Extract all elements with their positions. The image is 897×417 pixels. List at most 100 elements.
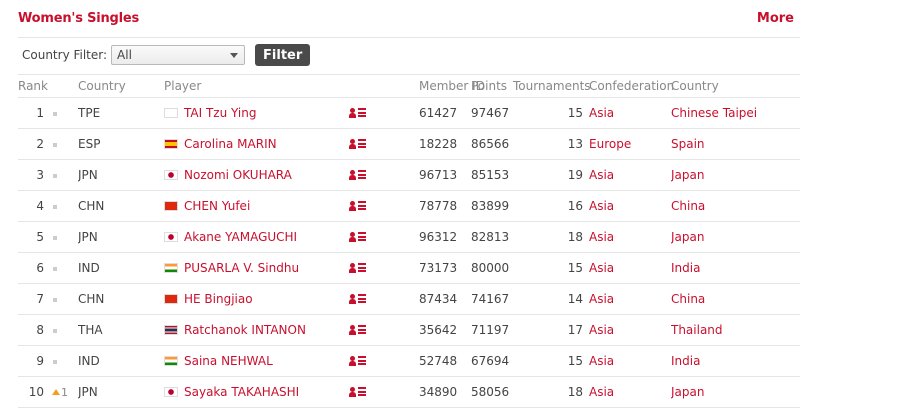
player-profile-icon[interactable] xyxy=(349,387,366,397)
country-code: CHN xyxy=(78,283,164,315)
member-id: 61427 xyxy=(419,97,469,129)
col-country[interactable]: Country xyxy=(671,75,800,98)
table-row: 5 JPN Akane YAMAGUCHI 96312 82813 18 Asia Japan xyxy=(18,221,800,253)
player-cell: PUSARLA V. Sindhu xyxy=(164,252,349,284)
player-name-link[interactable]: Nozomi OKUHARA xyxy=(184,168,292,182)
rank-cell: 3 xyxy=(18,159,48,191)
player-name-link[interactable]: Carolina MARIN xyxy=(184,137,277,151)
more-link[interactable]: More xyxy=(757,11,794,26)
player-profile-icon[interactable] xyxy=(349,201,366,211)
widget-title: Women's Singles xyxy=(18,11,140,26)
country-name: Japan xyxy=(671,221,800,253)
confederation: Asia xyxy=(589,376,671,408)
col-rank[interactable]: Rank xyxy=(18,75,48,98)
chevron-down-icon xyxy=(230,52,239,58)
player-profile-icon[interactable] xyxy=(349,139,366,149)
profile-cell xyxy=(349,283,419,315)
player-name-link[interactable]: Akane YAMAGUCHI xyxy=(184,230,297,244)
rank-change-cell xyxy=(48,128,78,160)
confederation: Asia xyxy=(589,221,671,253)
rank-cell: 10 xyxy=(18,376,48,408)
player-name-link[interactable]: PUSARLA V. Sindhu xyxy=(184,261,299,275)
flag-icon xyxy=(164,139,178,149)
tournaments: 14 xyxy=(511,283,589,315)
filter-button[interactable]: Filter xyxy=(255,44,311,66)
country-name: Japan xyxy=(671,376,800,408)
member-id: 18228 xyxy=(419,128,469,160)
rank-unchanged-icon xyxy=(53,328,57,333)
table-header-row: Rank Country Player Member ID Points Tou… xyxy=(18,75,800,98)
country-code: ESP xyxy=(78,128,164,160)
member-id: 78778 xyxy=(419,190,469,222)
rank-cell: 7 xyxy=(18,283,48,315)
rank-change-cell: 1 xyxy=(48,376,78,408)
player-cell: Sayaka TAKAHASHI xyxy=(164,376,349,408)
confederation: Asia xyxy=(589,159,671,191)
tournaments: 13 xyxy=(511,128,589,160)
rank-value: 2 xyxy=(36,137,44,151)
player-cell: Saina NEHWAL xyxy=(164,345,349,377)
rank-value: 3 xyxy=(36,168,44,182)
rank-value: 10 xyxy=(28,385,44,399)
country-filter-label: Country Filter: xyxy=(22,48,108,62)
player-profile-icon[interactable] xyxy=(349,232,366,242)
player-profile-icon[interactable] xyxy=(349,294,366,304)
col-tournaments[interactable]: Tournaments xyxy=(511,75,591,98)
rankings-table: Rank Country Player Member ID Points Tou… xyxy=(18,75,800,408)
rank-unchanged-icon xyxy=(53,266,57,271)
col-confederation[interactable]: Confederation xyxy=(589,75,674,98)
country-code: JPN xyxy=(78,159,164,191)
points: 67694 xyxy=(469,345,511,377)
arrow-up-icon xyxy=(52,389,60,395)
confederation: Asia xyxy=(589,252,671,284)
profile-cell xyxy=(349,97,419,129)
profile-cell xyxy=(349,252,419,284)
country-name: China xyxy=(671,283,800,315)
country-name: Thailand xyxy=(671,314,800,346)
player-name-link[interactable]: Sayaka TAKAHASHI xyxy=(184,385,299,399)
table-row: 3 JPN Nozomi OKUHARA 96713 85153 19 Asia Japan xyxy=(18,159,800,191)
rank-value: 1 xyxy=(36,106,44,120)
flag-icon xyxy=(164,356,178,366)
player-profile-icon[interactable] xyxy=(349,108,366,118)
rank-cell: 4 xyxy=(18,190,48,222)
rank-cell: 2 xyxy=(18,128,48,160)
player-profile-icon[interactable] xyxy=(349,170,366,180)
col-member-id[interactable]: Member ID xyxy=(419,75,485,98)
rank-value: 9 xyxy=(36,354,44,368)
confederation: Asia xyxy=(589,190,671,222)
col-player[interactable]: Player xyxy=(164,75,349,98)
player-cell: CHEN Yufei xyxy=(164,190,349,222)
points: 86566 xyxy=(469,128,511,160)
rank-change-cell xyxy=(48,221,78,253)
member-id: 87434 xyxy=(419,283,469,315)
profile-cell xyxy=(349,159,419,191)
profile-cell xyxy=(349,221,419,253)
tournaments: 15 xyxy=(511,252,589,284)
player-profile-icon[interactable] xyxy=(349,325,366,335)
col-points[interactable]: Points xyxy=(469,75,511,98)
rank-change-cell xyxy=(48,314,78,346)
col-country-code[interactable]: Country xyxy=(78,75,164,98)
country-filter-select[interactable]: All xyxy=(111,45,246,65)
player-cell: Carolina MARIN xyxy=(164,128,349,160)
confederation: Asia xyxy=(589,345,671,377)
player-name-link[interactable]: TAI Tzu Ying xyxy=(184,106,256,120)
player-name-link[interactable]: Saina NEHWAL xyxy=(184,354,273,368)
tournaments: 19 xyxy=(511,159,589,191)
table-row: 9 IND Saina NEHWAL 52748 67694 15 Asia India xyxy=(18,345,800,377)
player-profile-icon[interactable] xyxy=(349,263,366,273)
rank-cell: 6 xyxy=(18,252,48,284)
flag-icon xyxy=(164,325,178,335)
points: 97467 xyxy=(469,97,511,129)
player-profile-icon[interactable] xyxy=(349,356,366,366)
flag-icon xyxy=(164,232,178,242)
player-name-link[interactable]: CHEN Yufei xyxy=(184,199,250,213)
flag-icon xyxy=(164,201,178,211)
flag-icon xyxy=(164,170,178,180)
flag-icon xyxy=(164,108,178,118)
profile-cell xyxy=(349,314,419,346)
player-name-link[interactable]: Ratchanok INTANON xyxy=(184,323,306,337)
points: 83899 xyxy=(469,190,511,222)
player-name-link[interactable]: HE Bingjiao xyxy=(184,292,253,306)
